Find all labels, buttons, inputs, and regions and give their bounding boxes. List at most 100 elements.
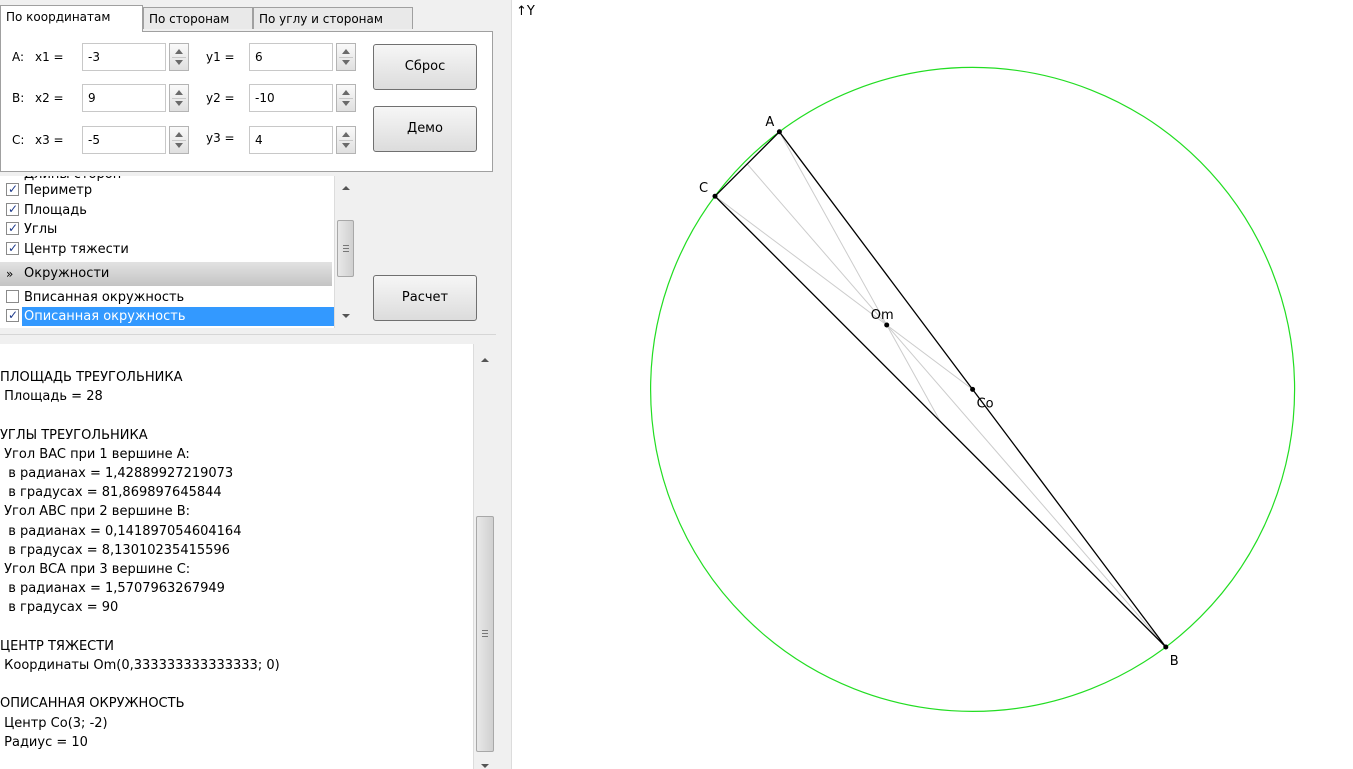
reset-button[interactable]: Сброс bbox=[373, 44, 477, 90]
y1-input[interactable]: 6 bbox=[249, 43, 333, 71]
spin-down-icon[interactable] bbox=[342, 143, 350, 148]
checklist-scrollbar[interactable] bbox=[334, 176, 356, 328]
x3-spinner[interactable] bbox=[169, 126, 189, 154]
checkbox[interactable] bbox=[6, 180, 19, 199]
calculate-button[interactable]: Расчет bbox=[373, 275, 477, 321]
results-line: ЦЕНТР ТЯЖЕСТИ bbox=[0, 638, 114, 654]
results-line bbox=[0, 406, 280, 425]
checklist-item-label: Углы bbox=[24, 222, 58, 237]
coordinates-panel: A: x1 = -3 y1 = 6 B: x2 = 9 y2 = -10 C: … bbox=[0, 31, 493, 172]
point-label-c: C bbox=[699, 181, 708, 196]
y3-label: y3 = bbox=[206, 131, 235, 145]
median-line bbox=[746, 163, 1167, 648]
median-line bbox=[778, 131, 941, 422]
x1-input[interactable]: -3 bbox=[82, 43, 166, 71]
checkbox[interactable] bbox=[6, 306, 19, 325]
checklist-item-inscribed-circle[interactable]: Вписанная окружность bbox=[0, 288, 334, 307]
results-scrollbar[interactable] bbox=[473, 344, 496, 769]
scroll-up-icon[interactable] bbox=[341, 186, 350, 190]
checklist-item-label: Вписанная окружность bbox=[24, 290, 185, 305]
point-label-a: A bbox=[765, 115, 774, 130]
x3-label: x3 = bbox=[35, 133, 64, 147]
point-b bbox=[1163, 644, 1169, 650]
results-output[interactable]: ПЛОЩАДЬ ТРЕУГОЛЬНИКА Площадь = 28 УГЛЫ Т… bbox=[0, 344, 496, 769]
spin-up-icon[interactable] bbox=[342, 49, 350, 54]
results-line: Угол ABC при 2 вершине B: bbox=[0, 504, 190, 520]
group-header-circles[interactable]: » Окружности bbox=[0, 262, 332, 286]
results-line: УГЛЫ ТРЕУГОЛЬНИКА bbox=[0, 427, 148, 443]
y2-spinner[interactable] bbox=[336, 84, 356, 112]
results-line: Центр Co(3; -2) bbox=[0, 715, 108, 731]
point-a-label: A: bbox=[12, 50, 25, 64]
scroll-down-icon[interactable] bbox=[481, 764, 489, 768]
results-text: ПЛОЩАДЬ ТРЕУГОЛЬНИКА Площадь = 28 УГЛЫ Т… bbox=[0, 368, 280, 752]
vertical-splitter[interactable] bbox=[496, 0, 512, 769]
checklist-item-area[interactable]: Площадь bbox=[0, 200, 334, 220]
y1-label: y1 = bbox=[206, 50, 235, 64]
results-line: в радианах = 0,141897054604164 bbox=[0, 523, 242, 539]
chevron-down-icon[interactable]: » bbox=[6, 262, 13, 286]
checklist-item-label: Центр тяжести bbox=[24, 242, 129, 257]
checklist-item-label: Площадь bbox=[24, 203, 87, 218]
scroll-up-icon[interactable] bbox=[481, 358, 489, 362]
checklist-item-angles[interactable]: Углы bbox=[0, 219, 334, 239]
point-label-om: Om bbox=[871, 308, 894, 323]
results-line: Угол BAC при 1 вершине A: bbox=[0, 446, 190, 462]
checklist-item-circumscribed-circle[interactable]: Описанная окружность bbox=[0, 306, 334, 326]
x2-input[interactable]: 9 bbox=[82, 84, 166, 112]
results-line: в градусах = 90 bbox=[0, 600, 119, 616]
y2-input[interactable]: -10 bbox=[249, 84, 333, 112]
spin-up-icon[interactable] bbox=[175, 49, 183, 54]
point-label-co: Co bbox=[977, 396, 994, 411]
checkbox[interactable] bbox=[6, 239, 19, 258]
results-line: Угол BCA при 3 вершине C: bbox=[0, 562, 191, 578]
scroll-down-icon[interactable] bbox=[341, 314, 350, 318]
checklist-item-label: Описанная окружность bbox=[22, 307, 334, 326]
spin-up-icon[interactable] bbox=[175, 132, 183, 137]
y1-spinner[interactable] bbox=[336, 43, 356, 71]
checkbox[interactable] bbox=[6, 200, 19, 219]
point-label-b: B bbox=[1170, 654, 1179, 669]
results-line: в радианах = 1,42889927219073 bbox=[0, 466, 234, 482]
x2-label: x2 = bbox=[35, 91, 64, 105]
spin-up-icon[interactable] bbox=[175, 90, 183, 95]
drawing-canvas[interactable]: ↑Y A B C Om Co bbox=[512, 0, 1353, 769]
x3-input[interactable]: -5 bbox=[82, 126, 166, 154]
point-c-label: C: bbox=[12, 133, 25, 147]
x2-spinner[interactable] bbox=[169, 84, 189, 112]
results-line bbox=[0, 618, 280, 637]
y2-label: y2 = bbox=[206, 91, 235, 105]
spin-down-icon[interactable] bbox=[342, 60, 350, 65]
point-c bbox=[712, 193, 718, 199]
results-line: в градусах = 81,869897645844 bbox=[0, 485, 222, 501]
y3-spinner[interactable] bbox=[336, 126, 356, 154]
demo-button[interactable]: Демо bbox=[373, 106, 477, 152]
results-line: ОПИСАННАЯ ОКРУЖНОСТЬ bbox=[0, 696, 185, 712]
median-line bbox=[714, 195, 973, 390]
spin-down-icon[interactable] bbox=[175, 143, 183, 148]
spin-up-icon[interactable] bbox=[342, 132, 350, 137]
scroll-thumb[interactable] bbox=[476, 516, 494, 752]
tab-by-coordinates[interactable]: По координатам bbox=[0, 5, 143, 32]
panel-splitter[interactable] bbox=[0, 334, 496, 344]
spin-down-icon[interactable] bbox=[175, 60, 183, 65]
results-line: в градусах = 8,13010235415596 bbox=[0, 542, 230, 558]
results-line bbox=[0, 675, 280, 694]
y3-input[interactable]: 4 bbox=[249, 126, 333, 154]
tab-by-sides[interactable]: По сторонам bbox=[143, 7, 253, 29]
results-line: Координаты Om(0,333333333333333; 0) bbox=[0, 658, 280, 674]
point-om bbox=[884, 322, 890, 328]
checkbox[interactable] bbox=[6, 219, 19, 238]
x1-spinner[interactable] bbox=[169, 43, 189, 71]
spin-up-icon[interactable] bbox=[342, 90, 350, 95]
point-co bbox=[970, 386, 976, 392]
spin-down-icon[interactable] bbox=[342, 101, 350, 106]
left-panel: По координатам По сторонам По углу и сто… bbox=[0, 0, 496, 769]
checkbox[interactable] bbox=[6, 290, 19, 303]
scroll-thumb[interactable] bbox=[337, 220, 354, 277]
checklist-item-perimeter[interactable]: Периметр bbox=[0, 180, 334, 200]
checklist-item-centroid[interactable]: Центр тяжести bbox=[0, 239, 334, 259]
spin-down-icon[interactable] bbox=[175, 101, 183, 106]
tab-by-angle-and-sides[interactable]: По углу и сторонам bbox=[253, 7, 413, 29]
point-b-label: B: bbox=[12, 91, 25, 105]
